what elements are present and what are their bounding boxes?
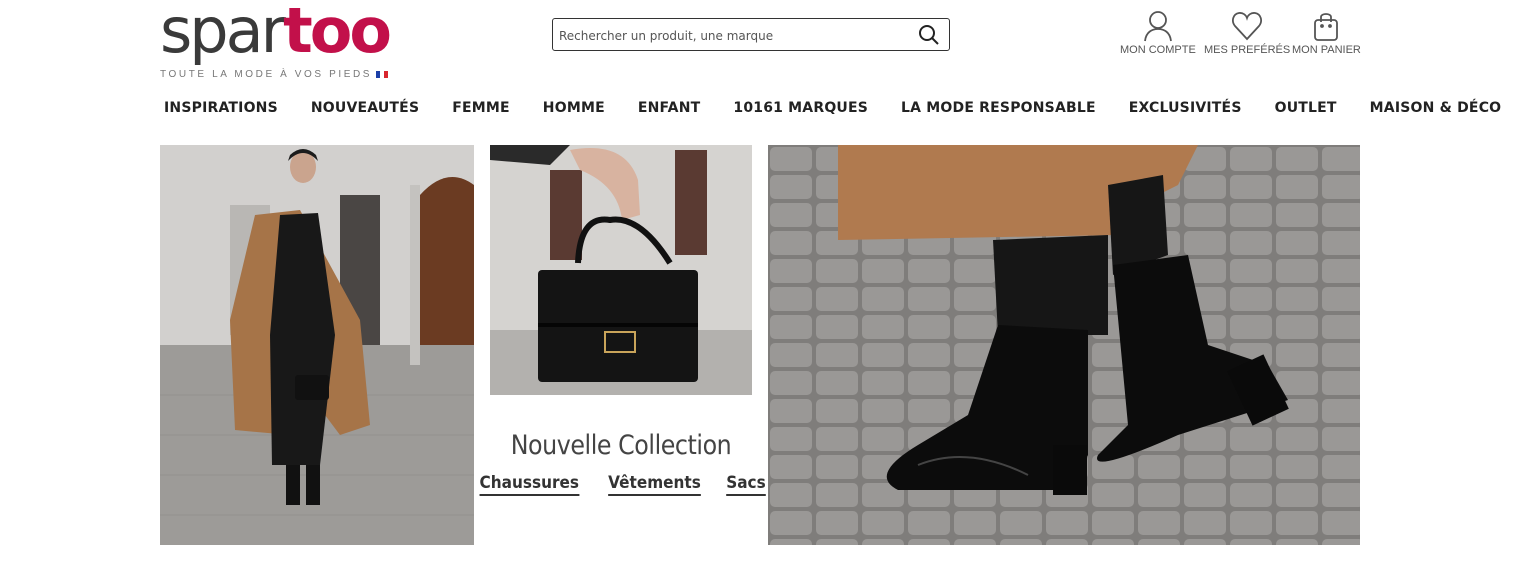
collection-link-chaussures[interactable]: Chaussures [479, 473, 580, 496]
user-icon [1143, 11, 1172, 42]
collection-title: Nouvelle Collection [510, 430, 732, 461]
nav-item-inspirations[interactable]: INSPIRATIONS [164, 100, 278, 116]
logo-wordmark: spartoo [160, 0, 392, 67]
nav-item-outlet[interactable]: OUTLET [1275, 100, 1337, 116]
nav-item-exclusivites[interactable]: EXCLUSIVITÉS [1129, 100, 1242, 116]
shopping-bag-icon [1314, 13, 1339, 41]
nav-item-nouveautes[interactable]: NOUVEAUTÉS [311, 100, 419, 116]
search-box[interactable] [552, 18, 950, 51]
favorites-link[interactable]: MES PREFÉRÉS [1204, 10, 1290, 56]
collection-link-vetements[interactable]: Vêtements [607, 473, 701, 496]
nav-item-femme[interactable]: FEMME [452, 100, 510, 116]
nav-item-mode-responsable[interactable]: LA MODE RESPONSABLE [901, 100, 1096, 116]
banner-boots-image[interactable] [768, 145, 1360, 545]
new-collection-block: Nouvelle Collection Chaussures Vêtements… [479, 430, 766, 496]
heart-icon [1232, 12, 1263, 41]
collection-link-sacs[interactable]: Sacs [726, 473, 766, 496]
search-icon[interactable] [917, 23, 941, 47]
cart-label: MON PANIER [1292, 44, 1361, 56]
banner-handbag-image[interactable] [490, 145, 752, 395]
search-input[interactable] [557, 25, 911, 47]
nav-item-homme[interactable]: HOMME [543, 100, 605, 116]
french-flag-icon [376, 70, 389, 78]
cart-link[interactable]: MON PANIER [1292, 10, 1361, 56]
logo-tagline: TOUTE LA MODE À VOS PIEDS [160, 69, 389, 80]
nav-item-enfant[interactable]: ENFANT [638, 100, 701, 116]
favorites-label: MES PREFÉRÉS [1204, 44, 1291, 56]
my-account-label: MON COMPTE [1120, 44, 1196, 56]
nav-item-maison-deco[interactable]: MAISON & DÉCO [1370, 100, 1502, 116]
banner-woman-coat-image[interactable] [160, 145, 474, 545]
nav-item-marques[interactable]: 10161 MARQUES [733, 100, 868, 116]
my-account-link[interactable]: MON COMPTE [1120, 10, 1196, 56]
main-nav: INSPIRATIONS NOUVEAUTÉS FEMME HOMME ENFA… [164, 100, 1501, 116]
spartoo-logo[interactable]: spartoo TOUTE LA MODE À VOS PIEDS [160, 0, 400, 82]
